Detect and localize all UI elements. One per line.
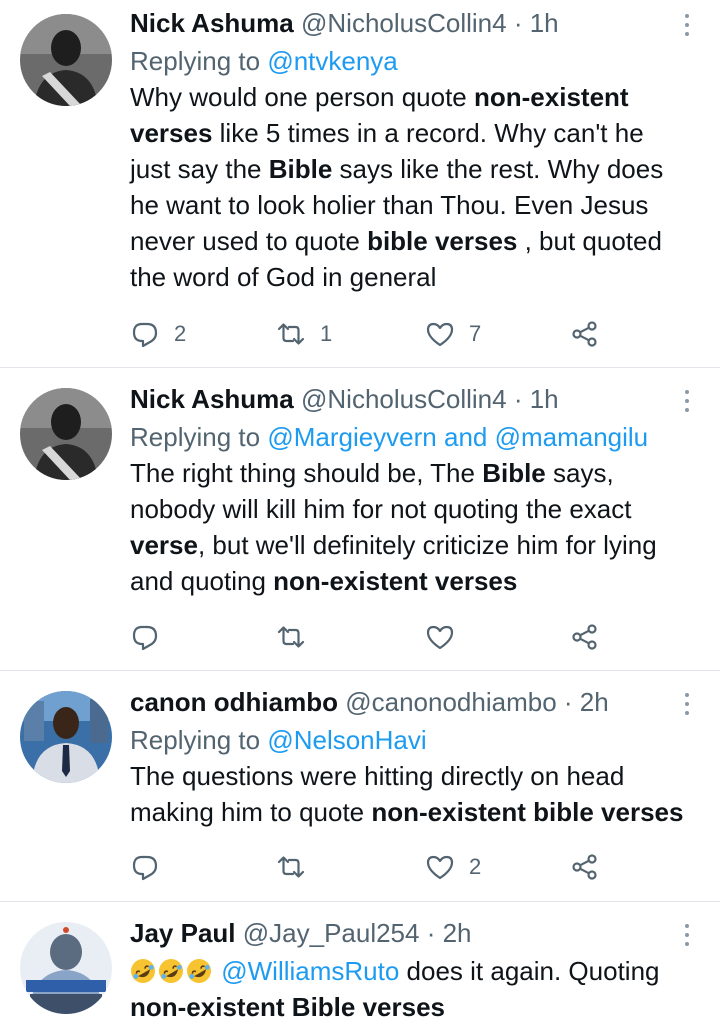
like-count: 2 <box>469 854 482 879</box>
retweet-button[interactable] <box>276 617 320 657</box>
heart-icon <box>426 855 454 880</box>
tweet-header: Jay Paul @Jay_Paul254 · 2h <box>130 916 690 950</box>
share-icon <box>572 321 597 347</box>
retweet-button[interactable]: 1 <box>276 314 332 354</box>
like-button[interactable] <box>425 617 469 657</box>
tweet-header: Nick Ashuma @NicholusCollin4 · 1h <box>130 382 690 416</box>
handle[interactable]: @NicholusCollin4 <box>301 8 507 38</box>
text-segment: does it again. Quoting <box>399 956 660 986</box>
tweet-actions: 2 <box>130 847 610 887</box>
avatar[interactable] <box>20 388 112 480</box>
replying-to: Replying to @Margieyvern and @mamangilu <box>130 419 690 455</box>
avatar[interactable] <box>20 691 112 783</box>
more-vertical-icon[interactable] <box>683 390 691 416</box>
tweet-actions <box>130 617 610 657</box>
share-icon <box>572 854 597 880</box>
mention-link[interactable]: @ntvkenya <box>267 46 397 76</box>
more-vertical-icon[interactable] <box>683 14 691 40</box>
share-button[interactable] <box>570 847 600 887</box>
retweet-icon <box>277 856 305 878</box>
text-segment: The right thing should be, The <box>130 458 483 488</box>
timestamp[interactable]: · 2h <box>564 687 609 717</box>
more-vertical-icon[interactable] <box>683 924 691 950</box>
timestamp[interactable]: · 2h <box>427 918 472 948</box>
heart-icon <box>426 322 454 347</box>
highlight-text: non-existent verses <box>273 566 518 596</box>
reply-icon <box>132 322 158 348</box>
tweet-text: Why would one person quote non-existent … <box>130 79 690 295</box>
handle[interactable]: @NicholusCollin4 <box>301 384 507 414</box>
rolling-on-floor-laughing-emoji <box>131 959 155 983</box>
mention-link[interactable]: @Margieyvern and @mamangilu <box>267 422 648 452</box>
divider <box>0 367 720 368</box>
display-name[interactable]: Nick Ashuma <box>130 384 294 414</box>
retweet-icon <box>277 323 305 345</box>
mention-link[interactable]: @WilliamsRuto <box>221 956 399 986</box>
avatar[interactable] <box>20 922 112 1014</box>
like-button[interactable]: 2 <box>425 847 481 887</box>
share-button[interactable] <box>570 314 600 354</box>
tweet-text: The questions were hitting directly on h… <box>130 758 690 830</box>
highlight-text: non-existent Bible verses <box>130 992 445 1022</box>
tweet-actions: 2 1 7 <box>130 314 610 354</box>
reply-icon <box>132 855 158 881</box>
tweet-text: The right thing should be, The Bible say… <box>130 455 690 599</box>
tweet-header: canon odhiambo @canonodhiambo · 2h <box>130 685 690 719</box>
replying-label: Replying to <box>130 725 268 755</box>
replying-label: Replying to <box>130 422 268 452</box>
display-name[interactable]: Jay Paul <box>130 918 236 948</box>
divider <box>0 901 720 902</box>
reply-count: 2 <box>174 321 187 346</box>
replying-to: Replying to @ntvkenya <box>130 43 690 79</box>
reply-button[interactable]: 2 <box>130 314 186 354</box>
timestamp[interactable]: · 1h <box>514 8 559 38</box>
heart-icon <box>426 625 454 650</box>
avatar[interactable] <box>20 14 112 106</box>
reply-button[interactable] <box>130 617 174 657</box>
handle[interactable]: @canonodhiambo <box>345 687 556 717</box>
reply-icon <box>132 625 158 651</box>
display-name[interactable]: Nick Ashuma <box>130 8 294 38</box>
highlight-text: verse <box>130 530 198 560</box>
rolling-on-floor-laughing-emoji <box>159 959 183 983</box>
handle[interactable]: @Jay_Paul254 <box>243 918 420 948</box>
like-button[interactable]: 7 <box>425 314 481 354</box>
timestamp[interactable]: · 1h <box>514 384 559 414</box>
highlight-text: Bible <box>482 458 546 488</box>
replying-to: Replying to @NelsonHavi <box>130 722 690 758</box>
divider <box>0 670 720 671</box>
share-icon <box>572 624 597 650</box>
share-button[interactable] <box>570 617 600 657</box>
highlight-text: bible verses <box>367 226 518 256</box>
reply-button[interactable] <box>130 847 174 887</box>
retweet-count: 1 <box>320 321 333 346</box>
replying-label: Replying to <box>130 46 268 76</box>
more-vertical-icon[interactable] <box>683 693 691 719</box>
mention-link[interactable]: @NelsonHavi <box>267 725 426 755</box>
highlight-text: non-existent bible verses <box>371 797 684 827</box>
tweet-header: Nick Ashuma @NicholusCollin4 · 1h <box>130 6 690 40</box>
rolling-on-floor-laughing-emoji <box>187 959 211 983</box>
highlight-text: Bible <box>268 154 333 184</box>
like-count: 7 <box>469 321 482 346</box>
display-name[interactable]: canon odhiambo <box>130 687 338 717</box>
text-segment: Why would one person quote <box>130 82 474 112</box>
tweet-text: @WilliamsRuto does it again. Quoting non… <box>130 953 690 1025</box>
retweet-button[interactable] <box>276 847 320 887</box>
retweet-icon <box>277 626 305 648</box>
